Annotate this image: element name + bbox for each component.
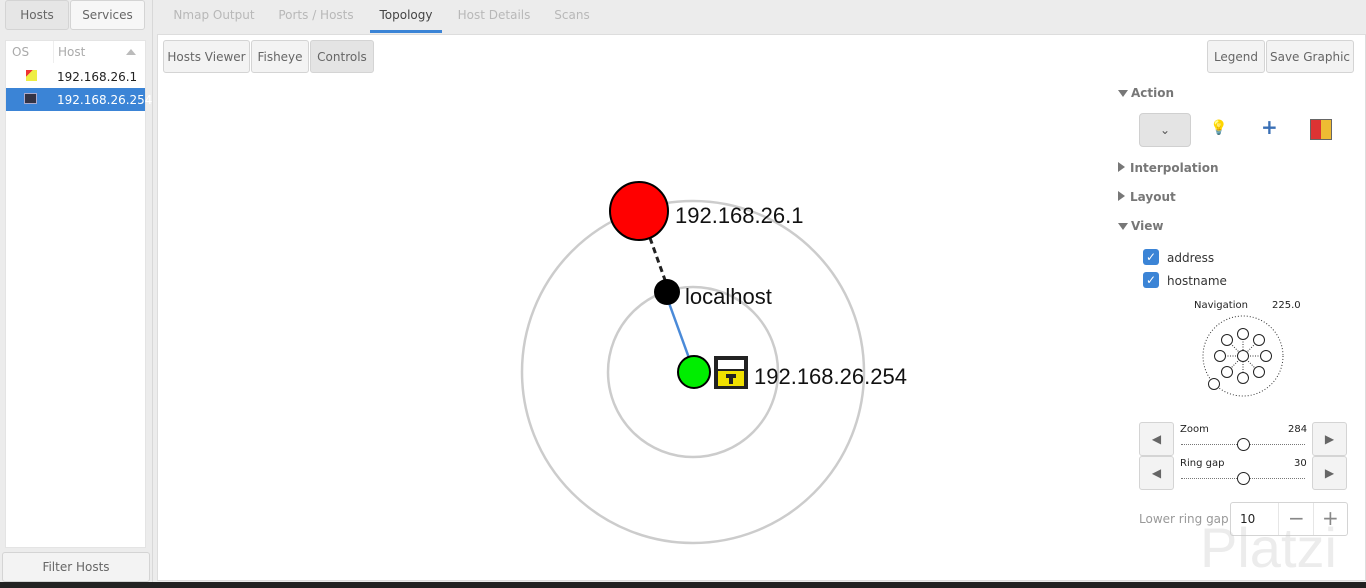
edge <box>667 302 691 359</box>
navigation-label: Navigation <box>1194 300 1248 311</box>
node-label: 192.168.26.1 <box>675 203 803 228</box>
zoom-increase-button[interactable]: ▶ <box>1312 422 1347 456</box>
address-checkbox[interactable]: ✓ <box>1143 249 1159 265</box>
section-layout[interactable]: Layout <box>1118 190 1176 204</box>
zoom-value: 284 <box>1288 424 1308 435</box>
hostname-checkbox[interactable]: ✓ <box>1143 272 1159 288</box>
ring-gap-label: Ring gap <box>1180 458 1225 469</box>
ring-gap-value: 30 <box>1294 458 1307 469</box>
navigation-wheel[interactable] <box>1200 314 1290 400</box>
section-view[interactable]: View <box>1118 219 1163 233</box>
hostname-label: hostname <box>1167 274 1227 288</box>
color-hand-icon[interactable] <box>1310 119 1332 140</box>
section-action[interactable]: Action <box>1118 86 1174 100</box>
ring-gap-decrease-button[interactable]: ◀ <box>1139 456 1174 490</box>
ring-gap-increase-button[interactable]: ▶ <box>1312 456 1347 490</box>
zoom-decrease-button[interactable]: ◀ <box>1139 422 1174 456</box>
add-icon[interactable]: + <box>1261 117 1278 137</box>
legend-button[interactable]: Legend <box>1207 40 1265 73</box>
zoom-slider-knob[interactable] <box>1237 438 1250 451</box>
edge-dashed <box>648 237 667 281</box>
topology-graph[interactable]: 192.168.26.1 localhost 192.168.26.254 <box>0 0 1100 588</box>
save-graphic-button[interactable]: Save Graphic <box>1266 40 1354 73</box>
node-label: 192.168.26.254 <box>754 364 907 389</box>
node-192-168-26-1[interactable] <box>609 181 669 241</box>
node-label: localhost <box>685 284 772 309</box>
platzi-watermark: Platzi <box>1200 516 1337 579</box>
node-192-168-26-254[interactable] <box>677 355 711 389</box>
address-label: address <box>1167 251 1215 265</box>
section-interpolation[interactable]: Interpolation <box>1118 161 1218 175</box>
ring-gap-slider-knob[interactable] <box>1237 472 1250 485</box>
node-localhost[interactable] <box>654 279 680 305</box>
navigation-value: 225.0 <box>1272 300 1301 311</box>
zoom-label: Zoom <box>1180 424 1209 435</box>
lightbulb-icon[interactable]: 💡 <box>1210 120 1227 136</box>
move-action-icon[interactable]: ⌄ <box>1139 113 1191 147</box>
firewall-lock-icon <box>714 356 748 389</box>
